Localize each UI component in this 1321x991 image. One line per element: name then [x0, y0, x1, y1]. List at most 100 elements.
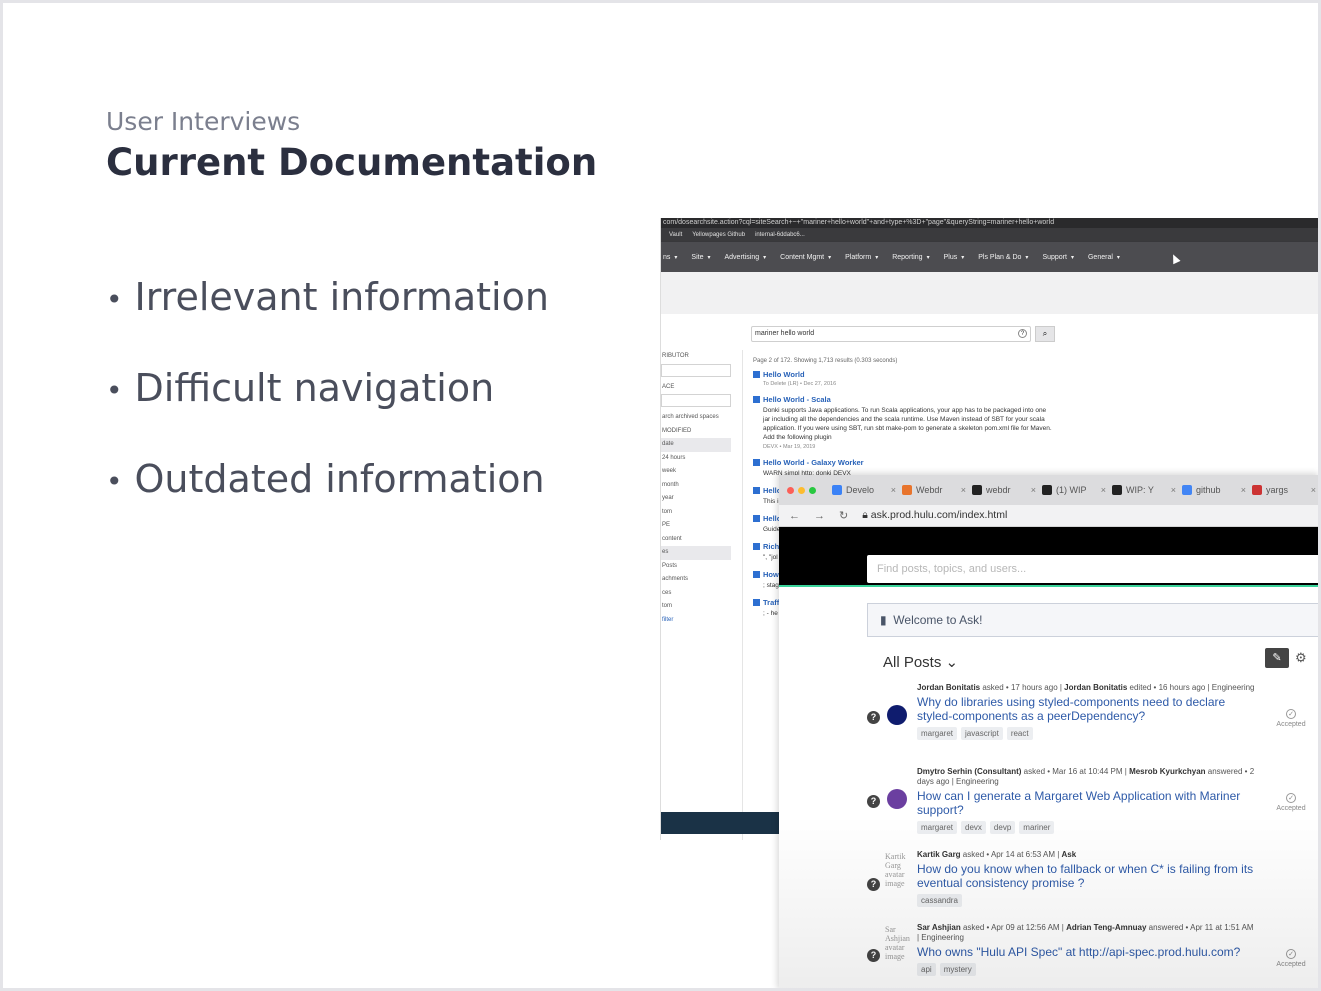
avatar[interactable]: Kartik Garg avatar image	[885, 852, 915, 888]
search-button[interactable]: ⌕	[1035, 326, 1055, 342]
tag[interactable]: mystery	[939, 963, 976, 976]
result-title[interactable]: Hello World - Scala	[753, 395, 1073, 404]
all-posts-dropdown[interactable]: All Posts ⌄	[883, 653, 958, 671]
filter-item[interactable]: Posts	[661, 560, 742, 574]
header-band	[661, 272, 1318, 314]
browser-tab[interactable]: Develo ×	[832, 485, 896, 495]
tag-list: api mystery	[917, 963, 1257, 976]
question-icon: ?	[867, 878, 880, 891]
filter-item[interactable]: es	[661, 546, 731, 560]
avatar[interactable]	[887, 705, 907, 725]
post-title[interactable]: How can I generate a Margaret Web Applic…	[917, 789, 1257, 817]
tag[interactable]: cassandra	[917, 894, 962, 907]
gear-icon[interactable]: ⚙	[1295, 650, 1307, 666]
window-controls[interactable]	[787, 486, 816, 494]
slide: User Interviews Current Documentation • I…	[3, 3, 1318, 988]
bookmark-item[interactable]: internal-6ddabc6...	[755, 228, 805, 242]
tag[interactable]: devp	[989, 821, 1016, 834]
post-title[interactable]: Who owns "Hulu API Spec" at http://api-s…	[917, 945, 1257, 959]
avatar[interactable]	[887, 789, 907, 809]
filter-item[interactable]: RIBUTOR	[661, 350, 742, 364]
close-icon[interactable]: ×	[1101, 485, 1106, 495]
tag[interactable]: margaret	[917, 727, 958, 740]
browser-tab[interactable]: (1) WIP ×	[1042, 485, 1106, 495]
tag[interactable]: margaret	[917, 821, 958, 834]
filter-item[interactable]: tom	[661, 600, 742, 614]
nav-item[interactable]: General	[1088, 254, 1113, 261]
bookmark-item[interactable]: Yellowpages Github	[692, 228, 745, 242]
url-text: ask.prod.hulu.com/index.html	[870, 509, 1008, 521]
close-icon[interactable]: ×	[1031, 485, 1036, 495]
filter-item[interactable]: content	[661, 533, 742, 547]
filter-item[interactable]: ces	[661, 587, 742, 601]
filter-item[interactable]: week	[661, 465, 742, 479]
reload-icon[interactable]: ↻	[839, 509, 848, 522]
address-bar[interactable]: com/dosearchsite.action?cql=siteSearch+~…	[661, 218, 1318, 228]
back-icon[interactable]: ←	[789, 510, 800, 522]
nav-item[interactable]: Reporting	[892, 254, 922, 261]
post-meta: Kartik Garg asked • Apr 14 at 6:53 AM | …	[917, 850, 1077, 859]
chevron-down-icon: ▾	[707, 254, 711, 261]
filter-item[interactable]: ACE	[661, 381, 742, 395]
browser-tab[interactable]: github ×	[1182, 485, 1246, 495]
bookmark-item[interactable]: Vault	[669, 228, 682, 242]
welcome-banner[interactable]: ▮ Welcome to Ask!	[867, 603, 1318, 637]
nav-item[interactable]: Platform	[845, 254, 871, 261]
filter-item[interactable]: PE	[661, 519, 742, 533]
browser-tab[interactable]: yargs ×	[1252, 485, 1316, 495]
nav-item[interactable]: Support	[1042, 254, 1067, 261]
tag[interactable]: api	[917, 963, 936, 976]
filter-item[interactable]: year	[661, 492, 742, 506]
favicon-icon	[1182, 485, 1192, 495]
browser-tab[interactable]: Webdr ×	[902, 485, 966, 495]
browser-tab[interactable]: webdr ×	[972, 485, 1036, 495]
close-icon[interactable]: ×	[1241, 485, 1246, 495]
question-icon: ?	[867, 795, 880, 808]
chevron-down-icon: ▾	[674, 254, 678, 261]
post-body: Kartik Garg asked • Apr 14 at 6:53 AM | …	[917, 850, 1257, 907]
nav-item[interactable]: Pls Plan & Do	[978, 254, 1021, 261]
browser-tab[interactable]: WIP: Y ×	[1112, 485, 1176, 495]
tag[interactable]: mariner	[1019, 821, 1055, 834]
address-bar[interactable]: ← → ↻ 🔒︎ ask.prod.hulu.com/index.html	[779, 505, 1318, 527]
nav-item[interactable]: Plus	[944, 254, 958, 261]
find-input[interactable]: Find posts, topics, and users...	[867, 555, 1318, 583]
tag-list: cassandra	[917, 894, 1257, 907]
chevron-down-icon: ▾	[1025, 254, 1029, 261]
close-icon[interactable]: ×	[1311, 485, 1316, 495]
filter-item[interactable]: tom	[661, 506, 742, 520]
nav-item[interactable]: Site	[691, 254, 703, 261]
post-title[interactable]: How do you know when to fallback or when…	[917, 862, 1257, 890]
filter-item[interactable]: MODIFIED	[661, 425, 742, 439]
forward-icon[interactable]: →	[814, 510, 825, 522]
result-title[interactable]: Hello World - Galaxy Worker	[753, 458, 1073, 467]
close-icon[interactable]: ×	[1171, 485, 1176, 495]
tag[interactable]: devx	[961, 821, 986, 834]
post-title[interactable]: Why do libraries using styled-components…	[917, 695, 1257, 723]
filter-input[interactable]	[661, 363, 731, 377]
nav-item[interactable]: Advertising	[725, 254, 760, 261]
filter-item[interactable]: arch archived spaces	[661, 411, 742, 425]
filter-item[interactable]: filter	[661, 614, 742, 628]
nav-item[interactable]: Content Mgmt	[780, 254, 824, 261]
search-input[interactable]: mariner hello world ?	[751, 326, 1031, 342]
close-icon[interactable]: ×	[891, 485, 896, 495]
close-icon[interactable]: ×	[961, 485, 966, 495]
filter-input[interactable]	[661, 394, 731, 407]
result-title[interactable]: Hello World	[753, 370, 1073, 379]
post-body: Sar Ashjian asked • Apr 09 at 12:56 AM |…	[917, 923, 1257, 976]
accepted-status: ✓ Accepted	[1276, 793, 1306, 812]
tag[interactable]: javascript	[961, 727, 1003, 740]
new-post-button[interactable]: ✎	[1265, 648, 1289, 668]
filter-item[interactable]: month	[661, 479, 742, 493]
avatar[interactable]: Sar Ashjian avatar image	[885, 925, 915, 961]
nav-item[interactable]: ns	[663, 254, 670, 261]
tag[interactable]: react	[1006, 727, 1033, 740]
browser-tabs: Develo × Webdr × webdr × (1) WIP × WIP: Y × github…	[779, 475, 1318, 505]
filter-item[interactable]: 24 hours	[661, 452, 742, 466]
dock-strip	[661, 812, 783, 834]
chevron-down-icon: ▾	[875, 254, 879, 261]
filter-item[interactable]: achments	[661, 573, 742, 587]
filter-item[interactable]: date	[661, 438, 731, 452]
help-icon[interactable]: ?	[1018, 329, 1027, 338]
